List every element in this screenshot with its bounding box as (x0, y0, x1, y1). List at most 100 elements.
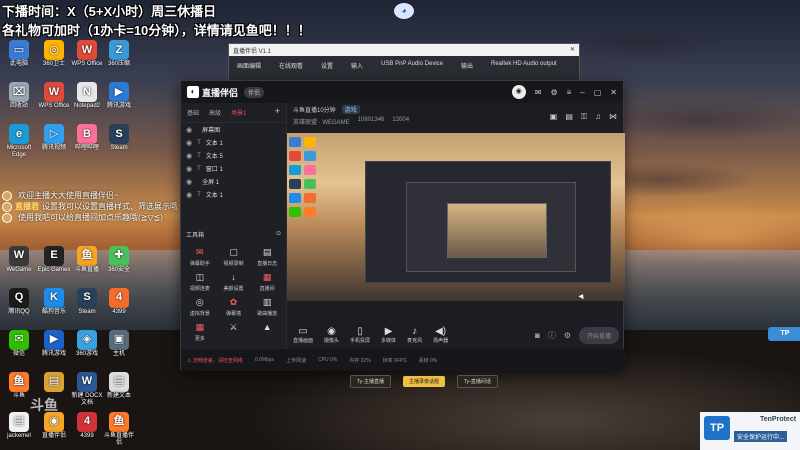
back-tab[interactable]: 画面编辑 (237, 61, 261, 70)
control-button[interactable]: ▭ 直播画面 (293, 326, 313, 344)
toolbox-tool[interactable]: ✿ 弹幕墙 (217, 296, 251, 317)
desktop-icon[interactable]: ◉ 直播伴侣 (37, 411, 71, 440)
source-item[interactable]: ◉ T 文本 5 (181, 149, 286, 162)
desktop-icon[interactable]: K 酷狗音乐 (37, 287, 71, 316)
desktop-icon[interactable]: S Steam (70, 287, 104, 316)
room-tag[interactable]: 游戏 (341, 105, 360, 114)
toolbox-tool[interactable]: ▲ (250, 321, 284, 342)
back-tab[interactable]: 输入 (351, 61, 363, 70)
user-avatar[interactable]: ◉ (511, 85, 526, 99)
toolbox-tool[interactable]: ▤ 直播日志 (250, 246, 284, 267)
desktop-pet-icon[interactable]: ◕ (394, 3, 414, 19)
desktop-icon[interactable]: ◈ 360游戏 (70, 329, 104, 358)
layout-icon[interactable]: ▤ (565, 112, 573, 122)
desktop-icon[interactable]: ▤ (37, 371, 71, 393)
control-button[interactable]: ♪ 麦克风 (407, 326, 422, 344)
visibility-eye-icon[interactable]: ◉ (186, 178, 192, 186)
toolbox-tool[interactable]: ▢ 视频录制 (217, 246, 251, 267)
tab-advanced[interactable]: 高级 (209, 108, 221, 117)
source-item[interactable]: ◉ T 文本 1 (181, 136, 286, 149)
desktop-icon[interactable]: Q 腾讯QQ (2, 287, 36, 316)
source-item[interactable]: ◉ 屏幕图 (181, 123, 286, 136)
room-category[interactable]: 英雄联盟 · WEGAME (293, 117, 350, 126)
info-icon[interactable]: ⓘ (548, 330, 556, 341)
back-tab[interactable]: 输出 (461, 61, 473, 70)
desktop-icon[interactable]: ✉ 微信 (2, 329, 36, 358)
desktop-icon[interactable]: ▷ 腾讯视频 (37, 124, 71, 152)
back-tab[interactable]: 在线观看 (279, 61, 303, 70)
control-button[interactable]: ▶ 多媒体 (381, 326, 396, 344)
toolbox-tool[interactable]: ↓ 美颜设置 (217, 271, 251, 292)
version-badge[interactable]: 伴侣 (244, 86, 265, 98)
bell-icon[interactable]: ♫ (595, 112, 601, 122)
desktop-icon[interactable]: e Microsoft Edge (2, 124, 36, 159)
desktop-icon[interactable]: ◎ 360卫士 (37, 40, 71, 68)
visibility-eye-icon[interactable]: ◉ (186, 139, 192, 147)
control-button[interactable]: ◉ 摄像头 (324, 326, 339, 344)
source-item[interactable]: ◉ T 文本 1 (181, 188, 286, 201)
back-window-titlebar[interactable]: 直播伴侣 V1.1 ✕ (229, 44, 579, 56)
menu-icon[interactable]: ≡ (567, 88, 572, 97)
visibility-eye-icon[interactable]: ◉ (186, 191, 192, 199)
overlay-pill[interactable]: Ty-直播间话 (456, 374, 498, 388)
gear-icon[interactable]: ⚙ (564, 331, 571, 340)
control-button[interactable]: ▯ 手机投屏 (350, 326, 370, 344)
tab-scene-1[interactable]: 场景1 (231, 108, 246, 117)
desktop-icon[interactable]: ▤ jackemel (2, 411, 36, 440)
visibility-eye-icon[interactable]: ◉ (186, 126, 192, 134)
desktop-icon[interactable]: ▭ 此电脑 (2, 40, 36, 68)
share-icon[interactable]: ⋈ (609, 112, 617, 122)
room-title[interactable]: 斗鱼直播10分钟 (293, 105, 336, 114)
desktop-icon[interactable]: N Notepad2 (70, 82, 104, 110)
desktop-icon[interactable]: ▣ 主机 (102, 329, 136, 358)
control-button[interactable]: ◀) 扬声器 (433, 326, 448, 344)
visibility-eye-icon[interactable]: ◉ (186, 165, 192, 173)
desktop-icon[interactable]: ✚ 360安全 (102, 245, 136, 274)
back-tab[interactable]: USB PnP Audio Device (381, 61, 443, 70)
toolbox-tool[interactable]: ▦ 直播间 (250, 271, 284, 292)
overlay-pill[interactable]: Ty-主播直播 (350, 374, 391, 388)
stream-preview[interactable] (287, 133, 625, 301)
visibility-eye-icon[interactable]: ◉ (186, 152, 192, 160)
close-icon[interactable]: ✕ (570, 46, 575, 54)
toolbox-tool[interactable]: ▦ 更多 (183, 321, 217, 342)
desktop-icon[interactable]: 鱼斗鱼直播 (70, 245, 104, 274)
overlay-pill-highlight[interactable]: 主播录像话题 (402, 375, 445, 387)
desktop-icon[interactable]: W 新建 DOCX 文档 (70, 371, 104, 407)
toolbox-tool[interactable]: ◎ 虚拟背景 (183, 296, 217, 317)
source-item[interactable]: ◉ 全屏 1 (181, 175, 286, 188)
screenshot-icon[interactable]: ▣ (550, 112, 558, 122)
desktop-icon[interactable]: 4 4399 (70, 411, 104, 440)
toolbox-tool[interactable]: ⚔ (217, 321, 251, 342)
desktop-icon[interactable]: W WeGame (2, 245, 36, 274)
desktop-icon[interactable]: S Steam (102, 124, 136, 152)
toolbox-tool[interactable]: ✉ 弹幕助手 (183, 246, 217, 267)
camera-icon[interactable]: ◙ (535, 331, 540, 340)
desktop-icon[interactable]: W WPS Office (70, 40, 104, 68)
mail-icon[interactable]: ✉ (535, 88, 542, 97)
desktop-icon[interactable]: E Epic Games (37, 245, 71, 274)
desktop-icon[interactable]: ⌧ 回收站 (2, 82, 36, 110)
back-tab[interactable]: 设置 (321, 61, 333, 70)
tab-basic[interactable]: 基础 (187, 108, 199, 117)
desktop-icon[interactable]: ▤ 新建文本 (102, 371, 136, 400)
desktop-icon[interactable]: 4 4399 (102, 287, 136, 316)
app-titlebar[interactable]: ◐ 直播伴侣 伴侣 ◉ ✉ ⚙ ≡ – ▢ ✕ (181, 81, 623, 103)
source-item[interactable]: ◉ T 窗口 1 (181, 162, 286, 175)
close-icon[interactable]: ✕ (610, 88, 617, 97)
desktop-icon[interactable]: 鱼斗鱼直播伴侣 (102, 411, 136, 447)
maximize-icon[interactable]: ▢ (594, 88, 602, 97)
toolbox-tool[interactable]: ◫ 视频连麦 (183, 271, 217, 292)
start-live-button[interactable]: 开始直播 (578, 326, 619, 344)
toolbox-settings-icon[interactable]: ⊙ (276, 230, 281, 239)
toolbox-tool[interactable]: ▥ 歌曲播放 (250, 296, 284, 317)
back-tab[interactable]: Realtek HD Audio output (491, 61, 557, 70)
desktop-icon[interactable]: ▶ 腾讯游戏 (102, 82, 136, 110)
desktop-icon[interactable]: Z 360压缩 (102, 40, 136, 68)
tenprotect-toast[interactable]: TP TenProtect 安全保护运行中... (700, 412, 800, 450)
minimize-icon[interactable]: – (580, 88, 584, 97)
desktop-icon[interactable]: W WPS Office (37, 82, 71, 110)
add-scene-icon[interactable]: + (275, 107, 280, 117)
lock-icon[interactable]: ⚿ (581, 112, 587, 122)
settings-icon[interactable]: ⚙ (550, 88, 557, 97)
